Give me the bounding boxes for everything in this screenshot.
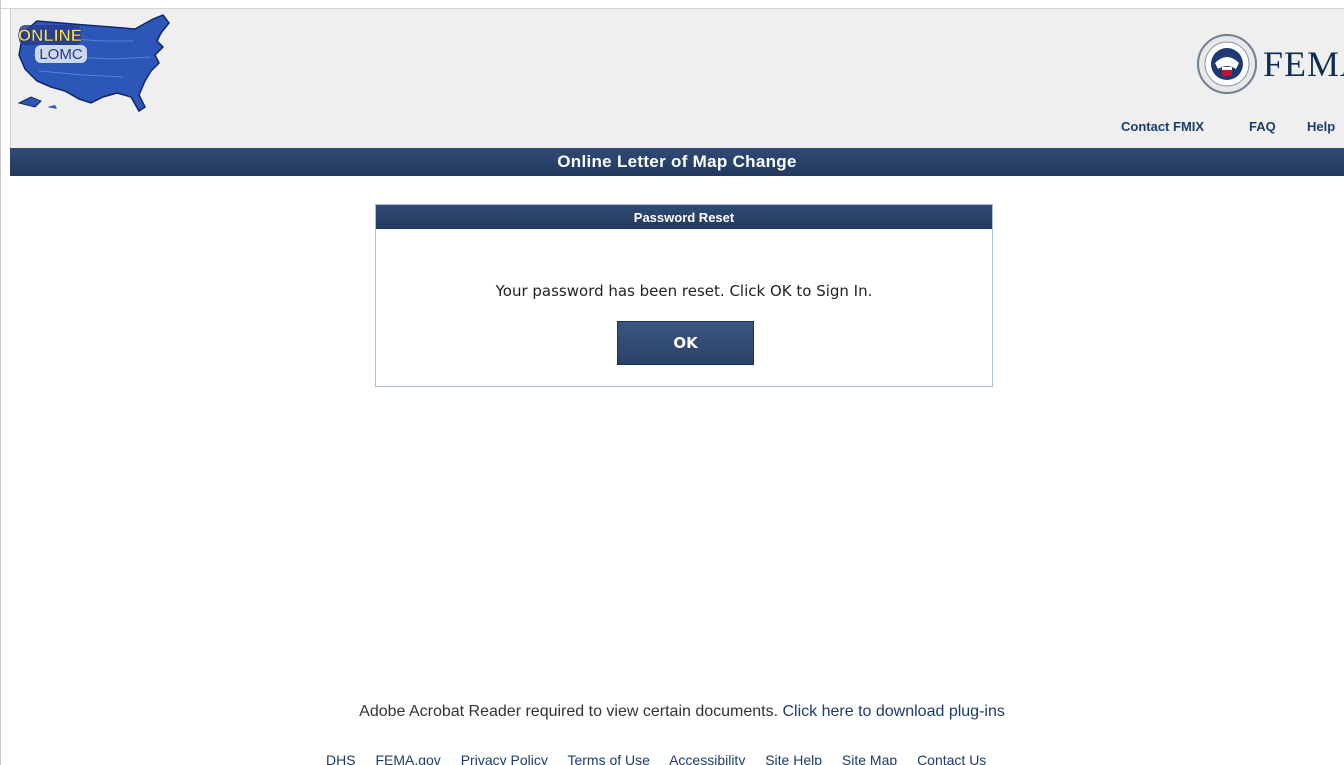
dialog-header: Password Reset (376, 205, 992, 229)
dialog-message: Your password has been reset. Click OK t… (495, 282, 873, 300)
footer-link-site-map[interactable]: Site Map (842, 752, 897, 765)
site-header: ONLINE LOMC FEMA Contact FMIX FAQ Help (10, 9, 1344, 148)
footer-links: DHS FEMA.gov Privacy Policy Terms of Use… (326, 752, 1002, 765)
page-title: Online Letter of Map Change (557, 152, 797, 171)
dhs-seal-icon (1197, 34, 1257, 94)
footer-link-accessibility[interactable]: Accessibility (669, 752, 745, 765)
nav-faq[interactable]: FAQ (1249, 119, 1276, 134)
top-border (0, 0, 1344, 9)
fema-wordmark[interactable]: FEMA (1263, 43, 1344, 85)
online-lomc-logo[interactable]: ONLINE LOMC (13, 11, 173, 115)
footer-link-fema-gov[interactable]: FEMA.gov (375, 752, 440, 765)
download-plugins-link[interactable]: Click here to download plug-ins (783, 703, 1005, 720)
ok-button[interactable]: OK (617, 321, 754, 365)
logo-text-lomc: LOMC (39, 46, 83, 63)
left-border (0, 0, 1, 765)
footer-link-contact-us[interactable]: Contact Us (917, 752, 986, 765)
dialog-title: Password Reset (633, 210, 735, 225)
page: ONLINE LOMC FEMA Contact FMIX FAQ Help O… (0, 0, 1344, 765)
nav-contact-fmix[interactable]: Contact FMIX (1121, 119, 1204, 134)
footer-note: Adobe Acrobat Reader required to view ce… (0, 703, 1344, 721)
footer-link-privacy-policy[interactable]: Privacy Policy (461, 752, 548, 765)
footer-link-terms-of-use[interactable]: Terms of Use (567, 752, 649, 765)
footer-link-dhs[interactable]: DHS (326, 752, 356, 765)
acrobat-note: Adobe Acrobat Reader required to view ce… (359, 703, 779, 720)
nav-help[interactable]: Help (1307, 119, 1335, 134)
footer-link-site-help[interactable]: Site Help (765, 752, 822, 765)
logo-text-online: ONLINE (18, 26, 82, 45)
page-title-bar: Online Letter of Map Change (10, 148, 1344, 176)
password-reset-dialog: Password Reset Your password has been re… (375, 204, 993, 387)
